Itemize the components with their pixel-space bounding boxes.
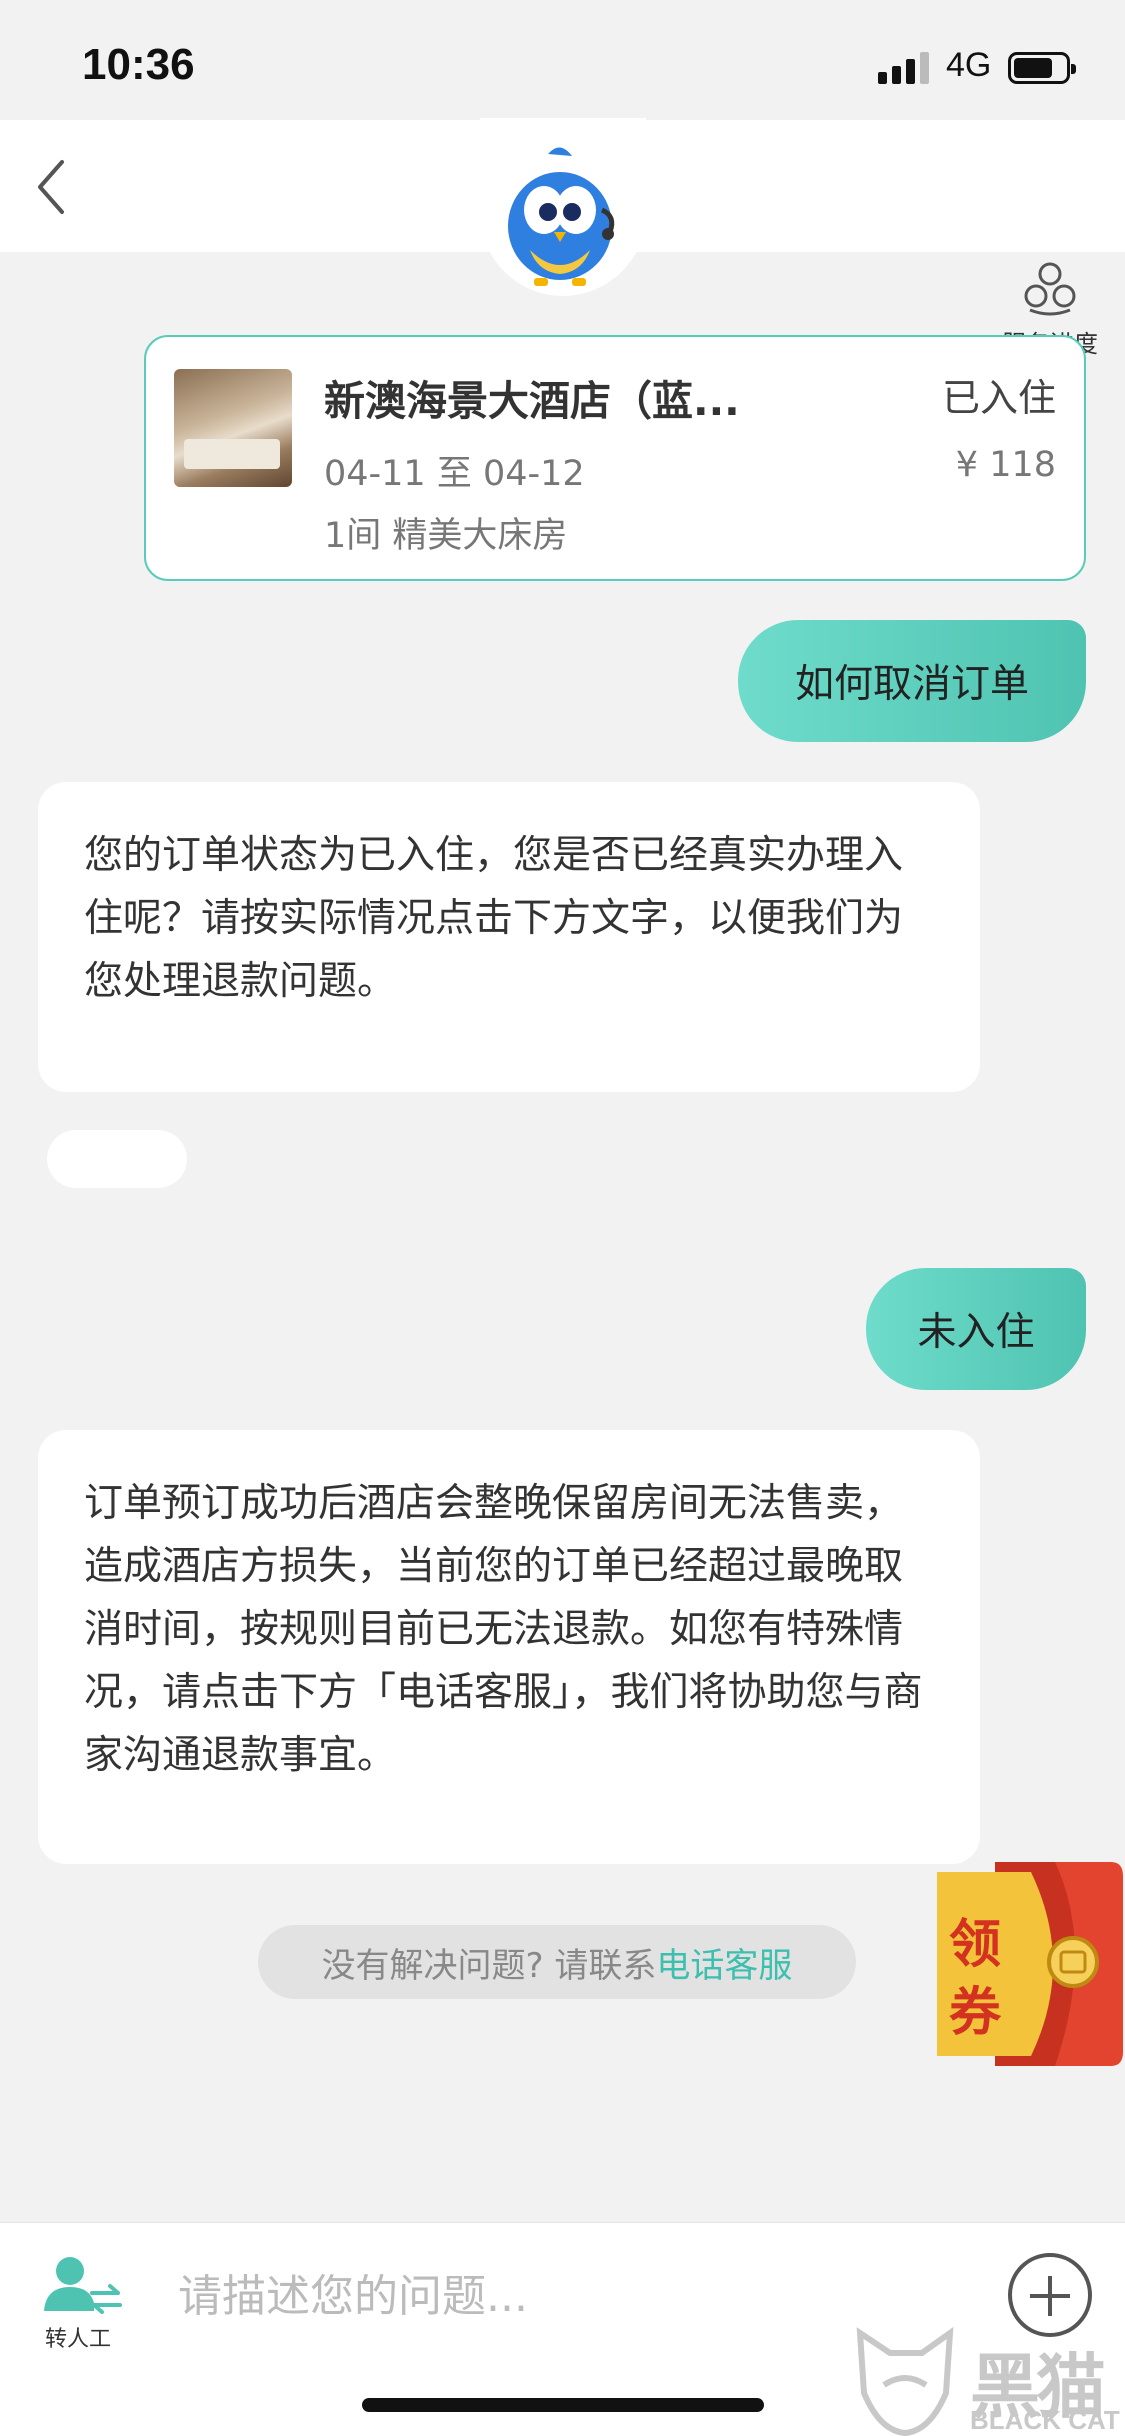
status-time: 10:36: [82, 40, 195, 89]
back-button[interactable]: [30, 152, 80, 222]
signal-icon: [878, 50, 932, 84]
watermark: 黑猫 BLACK CAT: [850, 2323, 1125, 2436]
help-prompt: 没有解决问题? 请联系 电话客服: [258, 1925, 856, 1999]
user-message: 未入住: [866, 1268, 1086, 1390]
stay-dates: 04-11 至 04-12: [324, 454, 585, 494]
chevron-left-icon: [38, 160, 64, 214]
home-indicator: [362, 2398, 764, 2412]
network-type: 4G: [946, 46, 992, 84]
watermark-subtitle: BLACK CAT: [970, 2405, 1120, 2435]
bot-message: 您的订单状态为已入住，您是否已经真实办理入住呢？请按实际情况点击下方文字，以便我…: [38, 782, 980, 1092]
battery-icon: [1008, 52, 1076, 84]
order-status: 已入住: [941, 376, 1056, 420]
transfer-to-agent-button[interactable]: 转人工: [30, 2253, 126, 2353]
black-cat-logo-icon: [856, 2326, 954, 2436]
hotel-name: 新澳海景大酒店（蓝...: [324, 377, 740, 425]
bot-message: 订单预订成功后酒店会整晚保留房间无法售卖，造成酒店方损失，当前您的订单已经超过最…: [38, 1430, 980, 1864]
help-prompt-text: 没有解决问题? 请联系: [321, 1945, 657, 1986]
user-message: 如何取消订单: [738, 620, 1086, 742]
agent-transfer-icon: [44, 2257, 122, 2314]
room-type: 1间 精美大床房: [324, 516, 568, 556]
bot-avatar: [508, 147, 615, 286]
quick-reply-option[interactable]: [47, 1130, 187, 1188]
service-progress-icon: [1024, 262, 1076, 316]
order-price: ¥ 118: [955, 445, 1056, 485]
transfer-to-agent-label: 转人工: [44, 2327, 111, 2352]
status-bar: 10:36 4G: [0, 0, 1125, 120]
coupon-label-bottom: 券: [949, 1983, 1002, 2043]
message-input[interactable]: [178, 2261, 978, 2331]
order-card[interactable]: 新澳海景大酒店（蓝... 已入住 04-11 至 04-12 ¥ 118 1间 …: [144, 335, 1086, 581]
phone-support-link[interactable]: 电话客服: [656, 1938, 792, 1987]
coupon-envelope[interactable]: 领 券: [935, 1858, 1125, 2070]
coupon-label-top: 领: [949, 1915, 1002, 1975]
hotel-room-thumbnail: [174, 369, 292, 487]
